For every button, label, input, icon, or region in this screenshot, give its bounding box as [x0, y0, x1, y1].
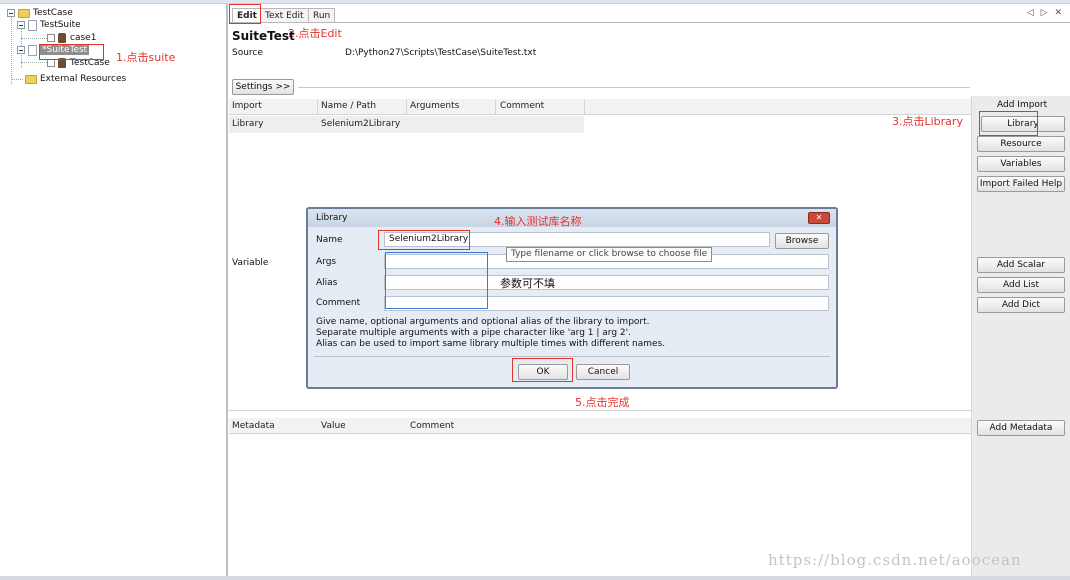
annotation-box-name [378, 230, 470, 250]
tab-run[interactable]: Run [308, 8, 336, 23]
tab-nav-icons[interactable]: ◁ ▷ ✕ [1027, 8, 1064, 18]
column-header-metadata: Metadata [232, 421, 275, 431]
column-header-comment: Comment [410, 421, 455, 431]
annotation-step2: 2.点击Edit [288, 27, 342, 40]
help-line: Alias can be used to import same library… [316, 339, 666, 349]
robot-icon [58, 33, 66, 43]
file-icon [28, 19, 37, 31]
file-icon [28, 44, 37, 56]
tree-node-label: External Resources [40, 74, 127, 84]
help-line: Give name, optional arguments and option… [316, 317, 650, 327]
tooltip: Type filename or click browse to choose … [506, 247, 713, 262]
dialog-title: Library [316, 213, 348, 223]
table-cell[interactable]: Library [232, 119, 263, 129]
add-dict-button[interactable]: Add Dict [977, 297, 1065, 313]
annotation-step1: 1.点击suite [116, 51, 176, 64]
tab-text-edit[interactable]: Text Edit [260, 8, 309, 23]
column-divider [584, 99, 585, 115]
tree-guide-line [11, 79, 23, 80]
status-strip [0, 576, 1070, 580]
column-divider [317, 99, 318, 115]
import-table-header: Import Name / Path Arguments Comment [229, 99, 971, 115]
column-header-name-path: Name / Path [321, 101, 377, 111]
collapse-icon[interactable] [7, 9, 15, 17]
add-metadata-button[interactable]: Add Metadata [977, 420, 1065, 436]
source-label: Source [232, 48, 263, 58]
close-icon[interactable]: ✕ [808, 212, 830, 224]
watermark: https://blog.csdn.net/aoocean [768, 551, 1022, 569]
table-cell[interactable]: Selenium2Library [321, 119, 400, 129]
tree-guide-line [11, 14, 12, 84]
add-scalar-button[interactable]: Add Scalar [977, 257, 1065, 273]
metadata-table-header: Metadata Value Comment [229, 418, 971, 434]
tree-node-label: TestSuite [40, 20, 81, 30]
settings-divider [298, 87, 970, 88]
column-divider [495, 99, 496, 115]
tree-node-label: TestCase [33, 8, 73, 18]
args-label: Args [316, 257, 337, 267]
annotation-box-library [979, 111, 1038, 136]
folder-icon [18, 8, 30, 18]
tree-guide-line [21, 38, 47, 39]
annotation-box-ok [512, 358, 573, 382]
tree-node-testcase-root[interactable]: TestCase [7, 7, 73, 19]
source-path: D:\Python27\Scripts\TestCase\SuiteTest.t… [345, 48, 537, 58]
browse-button[interactable]: Browse [775, 233, 829, 249]
annotation-box-suite [39, 44, 104, 60]
project-tree: TestCase TestSuite case1 *SuiteTest Test… [0, 4, 226, 576]
add-list-button[interactable]: Add List [977, 277, 1065, 293]
pane-splitter[interactable] [226, 4, 228, 576]
variable-section-label: Variable [232, 258, 269, 268]
table-row[interactable]: Library Selenium2Library [229, 116, 584, 133]
dialog-help-text: Give name, optional arguments and option… [316, 317, 665, 350]
section-divider [229, 410, 971, 411]
collapse-icon[interactable] [17, 21, 25, 29]
tree-node-case1[interactable]: case1 [47, 32, 96, 44]
annotation-step5: 5.点击完成 [575, 396, 630, 409]
column-header-import: Import [232, 101, 262, 111]
cancel-button[interactable]: Cancel [576, 364, 630, 380]
annotation-step3: 3.点击Library [892, 115, 963, 128]
add-resource-button[interactable]: Resource [977, 136, 1065, 152]
tree-node-external-resources[interactable]: External Resources [25, 73, 126, 85]
settings-button[interactable]: Settings >> [232, 79, 294, 95]
help-line: Separate multiple arguments with a pipe … [316, 328, 631, 338]
tree-node-testsuite[interactable]: TestSuite [17, 19, 81, 31]
annotation-box-edit [229, 4, 261, 24]
page-title: SuiteTest [232, 29, 295, 43]
dialog-divider [314, 356, 830, 357]
column-divider [406, 99, 407, 115]
folder-icon [25, 74, 37, 84]
column-header-arguments: Arguments [410, 101, 460, 111]
tab-bar-line [229, 22, 1070, 23]
name-label: Name [316, 235, 343, 245]
tree-node-label: case1 [70, 33, 97, 43]
annotation-box-params [385, 252, 488, 309]
add-variables-button[interactable]: Variables [977, 156, 1065, 172]
checkbox-icon[interactable] [47, 59, 55, 67]
import-failed-help-button[interactable]: Import Failed Help [977, 176, 1065, 192]
tree-guide-line [21, 62, 47, 63]
collapse-icon[interactable] [17, 46, 25, 54]
add-import-label: Add Import [997, 100, 1048, 110]
alias-label: Alias [316, 278, 338, 288]
column-header-comment: Comment [500, 101, 545, 111]
annotation-step4: 4.输入测试库名称 [494, 215, 582, 228]
checkbox-icon[interactable] [47, 34, 55, 42]
comment-label: Comment [316, 298, 361, 308]
column-header-value: Value [321, 421, 346, 431]
annotation-params-note: 参数可不填 [500, 277, 555, 290]
